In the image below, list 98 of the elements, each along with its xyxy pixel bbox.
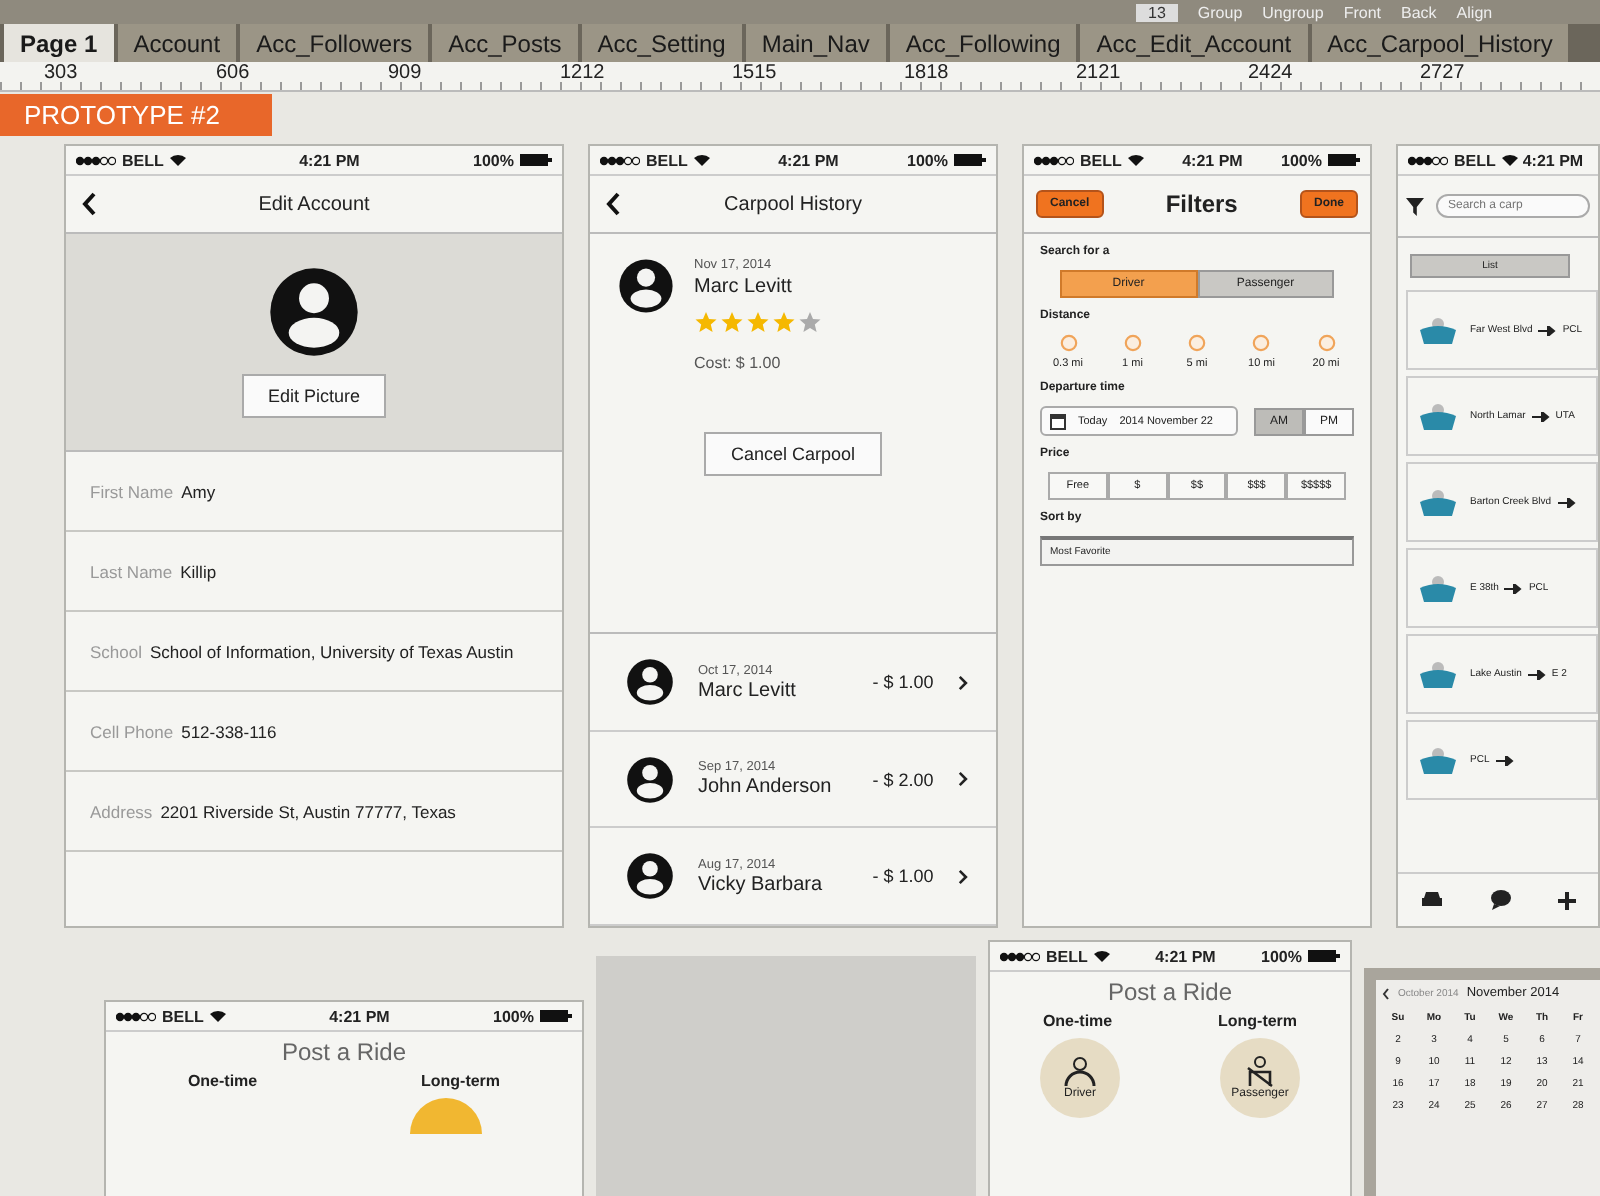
page-tab[interactable]: Acc_Followers [240,24,429,62]
battery-percent: 100% [473,151,514,169]
form-field[interactable]: First Name Amy [66,452,562,532]
page-tab[interactable]: Account [117,24,237,62]
wifi-icon [1093,950,1110,962]
driver-name: Marc Levitt [694,276,794,298]
battery-icon [540,1010,572,1022]
ride-cost: Cost: $ 1.00 [694,354,783,372]
battery-icon [1328,154,1360,166]
star-icon [772,310,796,334]
avatar-icon [626,658,674,707]
driver-name: John Anderson [698,776,834,799]
prototype-banner: PROTOTYPE #2 [0,93,273,135]
chevron-right-icon[interactable] [957,867,968,886]
wifi-icon [1127,154,1144,166]
chevron-right-icon[interactable] [957,770,968,789]
font-size-field[interactable]: 13 [1136,3,1178,21]
page-tab[interactable]: Acc_Edit_Account [1080,24,1308,62]
back-icon[interactable] [1382,987,1390,999]
clock-time: 4:21 PM [1155,947,1216,965]
chat-icon[interactable] [1489,890,1512,910]
arrow-right-icon [1504,583,1523,593]
cancel-carpool-button[interactable]: Cancel Carpool [704,432,882,476]
driver-name: Marc Levitt [698,679,798,702]
page-tab[interactable]: Page 1 [4,24,114,62]
signal-icon [600,155,640,165]
driver-name: Vicky Barbara [698,873,825,896]
screen-title: Post a Ride [279,1036,409,1070]
signal-icon [116,1011,156,1021]
calendar-icon [1050,412,1066,430]
page-tab[interactable]: Acc_Setting [581,24,742,62]
carrier-name: BELL [122,151,164,169]
clock-time: 4:21 PM [1522,151,1584,169]
clock-time: 4:21 PM [1182,151,1243,169]
back-icon[interactable] [82,192,98,216]
wifi-icon [169,154,186,166]
star-icon [694,310,718,334]
ride-amount: - $ 1.00 [872,866,934,887]
arrow-right-icon [1527,669,1546,679]
wifi-icon [209,1010,226,1022]
star-icon [798,310,822,334]
carrier-name: BELL [1080,151,1122,169]
carrier-name: BELL [1454,151,1496,169]
arrow-right-icon [1531,411,1550,421]
signal-icon [76,155,116,165]
page-tab[interactable]: Acc_Following [889,24,1077,62]
option-label: One-time [1042,1012,1113,1030]
arrow-right-icon [1538,325,1557,335]
plus-icon[interactable] [1557,891,1576,909]
option-label: One-time [187,1072,258,1090]
page-tab[interactable]: Acc_Carpool_History [1311,24,1569,62]
ruler: 303 606 909 1212 1515 1818 2121 2424 2727 [0,62,1600,92]
option-label: Long-term [1217,1012,1298,1030]
seatbelt-icon [1244,1056,1276,1088]
avatar-icon [618,258,674,314]
filter-icon[interactable] [1406,197,1424,215]
screen-title: Carpool History [722,193,864,215]
screen-title: Filters [1163,190,1240,218]
star-icon [720,310,744,334]
ride-amount: - $ 1.00 [872,672,934,693]
form-field[interactable]: Last Name Killip [66,532,562,612]
arrow-right-icon [1495,755,1514,765]
battery-percent: 100% [1281,151,1322,169]
carrier-name: BELL [162,1007,204,1025]
page-tab[interactable]: Main_Nav [745,24,886,62]
option-label: Long-term [420,1072,501,1090]
star-icon [746,310,770,334]
page-tab[interactable]: Acc_Posts [432,24,578,62]
battery-icon [520,154,552,166]
wifi-icon [693,154,710,166]
signal-icon [1408,155,1448,165]
edit-picture-button[interactable]: Edit Picture [241,374,387,418]
back-icon[interactable] [606,192,622,216]
avatar-icon [626,755,674,804]
wifi-icon [1501,154,1518,166]
avatar-icon [626,852,674,901]
carrier-name: BELL [1046,947,1088,965]
avatar-icon [268,266,360,358]
car-icon[interactable] [1420,890,1445,910]
ride-amount: - $ 2.00 [872,769,934,790]
screen-title: Post a Ride [1105,976,1235,1010]
form-field[interactable]: School School of Information, University of Texas Austin [66,612,562,692]
screen-title: Edit Account [256,193,372,215]
carrier-name: BELL [646,151,688,169]
clock-time: 4:21 PM [329,1007,390,1025]
battery-icon [1308,950,1340,962]
battery-percent: 100% [493,1007,534,1025]
form-field[interactable]: Cell Phone 512-338-116 [66,692,562,772]
signal-icon [1000,951,1040,961]
form-field[interactable]: Address 2201 Riverside St, Austin 77777, Texas [66,772,562,852]
chevron-right-icon[interactable] [957,673,968,692]
clock-time: 4:21 PM [299,151,360,169]
battery-percent: 100% [907,151,948,169]
arrow-right-icon [1557,497,1576,507]
clock-time: 4:21 PM [778,151,839,169]
battery-percent: 100% [1261,947,1302,965]
battery-icon [954,154,986,166]
signal-icon [1034,155,1074,165]
